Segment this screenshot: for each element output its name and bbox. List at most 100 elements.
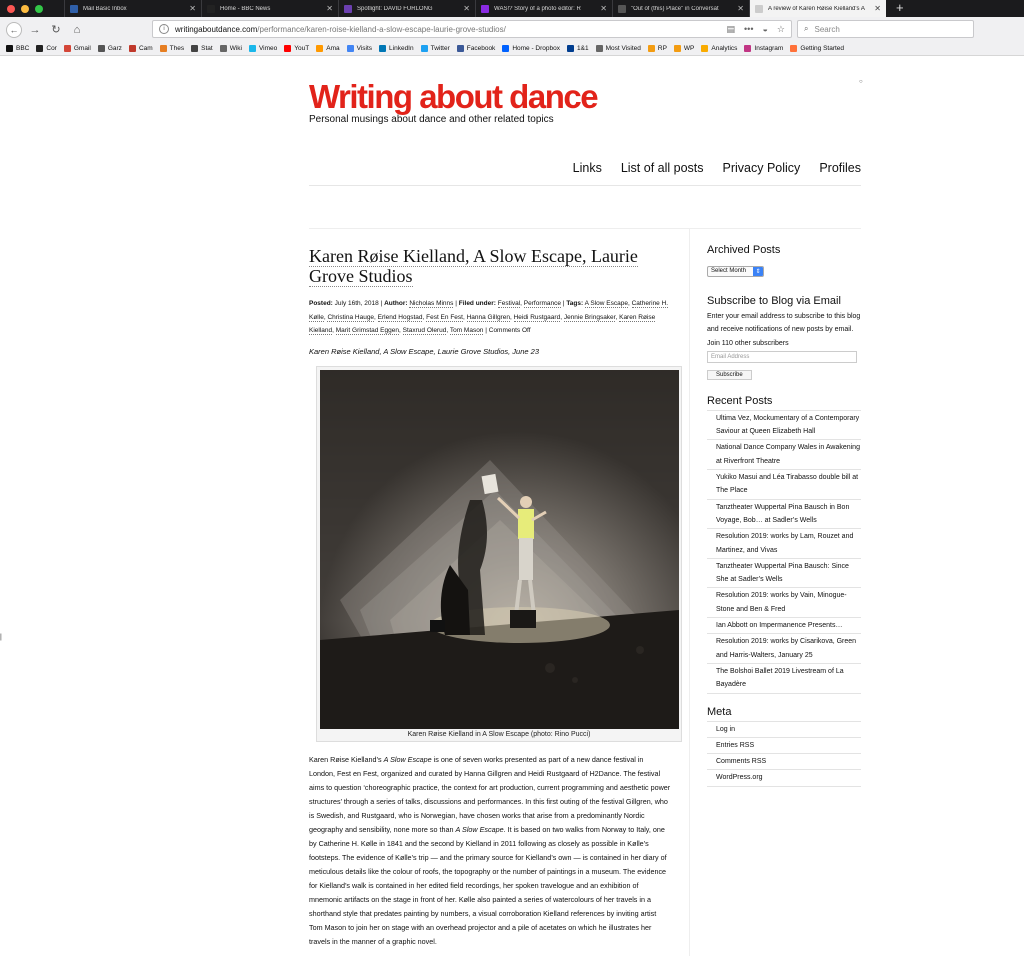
bookmark-item[interactable]: Most Visited — [595, 45, 641, 52]
recent-post-link[interactable]: Yukiko Masui and Léa Tirabasso double bi… — [707, 470, 861, 500]
reader-view-icon[interactable]: ▤ — [727, 24, 736, 35]
subscribe-button[interactable]: Subscribe — [707, 369, 752, 380]
browser-tab[interactable]: "Out of (this) Place" in Conversat ✕ — [612, 0, 749, 17]
tab-close-icon[interactable]: ✕ — [600, 4, 607, 13]
recent-post-link[interactable]: Ian Abbott on Impermanence Presents… — [707, 618, 861, 635]
meta-link[interactable]: Comments RSS — [707, 754, 861, 771]
subscriber-count: Join 110 other subscribers — [707, 339, 789, 347]
tag-link[interactable]: Staxrud Olerud — [402, 327, 447, 335]
performance-photo[interactable] — [320, 370, 679, 729]
bookmark-item[interactable]: Cor — [36, 45, 57, 52]
category-link[interactable]: Performance — [523, 300, 561, 308]
meta-link[interactable]: Entries RSS — [707, 738, 861, 755]
browser-tab[interactable]: Home - BBC News ✕ — [201, 0, 338, 17]
bookmark-item[interactable]: Thes — [159, 45, 184, 52]
new-tab-button[interactable]: + — [886, 0, 904, 17]
tag-link[interactable]: Heidi Rustgaard — [513, 313, 561, 322]
body-text-segment: A Slow Escape — [455, 825, 504, 834]
tab-close-icon[interactable]: ✕ — [463, 4, 470, 13]
back-icon[interactable]: ← — [6, 21, 22, 38]
home-icon[interactable]: ⌂ — [69, 22, 85, 38]
bookmark-favicon-icon — [420, 45, 428, 52]
bookmark-item[interactable]: Ama — [316, 45, 340, 52]
window-controls — [0, 0, 64, 17]
author-link[interactable]: Nicholas Minns — [409, 300, 454, 308]
bookmark-item[interactable]: Twitter — [420, 45, 450, 52]
recent-post-link[interactable]: The Bolshoi Ballet 2019 Livestream of La… — [707, 664, 861, 694]
bookmark-item[interactable]: LinkedIn — [379, 45, 414, 52]
meta-links-list: Log in Entries RSS Comments RSS WordPress.o… — [707, 720, 861, 787]
bookmark-item[interactable]: 1&1 — [567, 45, 589, 52]
tab-close-icon[interactable]: ✕ — [326, 4, 333, 13]
reload-icon[interactable]: ↻ — [48, 22, 64, 38]
tag-link[interactable]: Fest En Fest — [426, 313, 463, 322]
tag-link[interactable]: Erlend Hogstad — [377, 313, 423, 322]
site-title[interactable]: Writing about dance — [309, 79, 599, 115]
email-field[interactable]: Email Address — [707, 350, 857, 363]
browser-tab[interactable]: Mail Basic Inbox ✕ — [64, 0, 201, 17]
zoom-window-button[interactable] — [35, 4, 43, 13]
tab-close-icon[interactable]: ✕ — [189, 4, 196, 13]
tag-link[interactable]: A Slow Escape — [584, 300, 628, 308]
bookmark-item[interactable]: Visits — [346, 45, 372, 52]
bookmark-item[interactable]: Cam — [128, 45, 153, 52]
recent-post-link[interactable]: National Dance Company Wales in Awakenin… — [707, 440, 861, 471]
nav-link[interactable]: List of all posts — [621, 161, 704, 175]
bookmark-favicon-icon — [701, 45, 709, 52]
tab-favicon-icon — [344, 4, 352, 13]
tag-link[interactable]: Hanna Gillgren — [466, 313, 510, 322]
bookmark-item[interactable]: Gmail — [63, 45, 91, 52]
bookmark-star-icon[interactable]: ☆ — [777, 24, 785, 35]
tag-link[interactable]: Marit Grimstad Eggen — [335, 327, 399, 335]
forward-icon[interactable]: → — [27, 22, 43, 38]
category-link[interactable]: Festival — [497, 300, 521, 308]
close-window-button[interactable] — [7, 4, 15, 13]
recent-post-link[interactable]: Tanztheater Wuppertal Pina Bausch in Bon… — [707, 500, 861, 530]
recent-post-link[interactable]: Ultima Vez, Mockumentary of a Contempora… — [707, 411, 861, 441]
nav-link[interactable]: Links — [573, 161, 602, 175]
bookmark-favicon-icon — [36, 45, 44, 52]
recent-post-link[interactable]: Resolution 2019: works by Lam, Rouzet an… — [707, 529, 861, 559]
nav-link[interactable]: Privacy Policy — [723, 161, 801, 175]
tab-close-icon[interactable]: ✕ — [737, 4, 744, 13]
browser-tab[interactable]: Spotlight: DAVID FURLONG ✕ — [338, 0, 475, 17]
page-actions-icon[interactable]: ••• — [744, 24, 753, 35]
site-info-icon[interactable]: i — [159, 24, 169, 34]
bookmark-favicon-icon — [502, 45, 510, 52]
recent-post-link[interactable]: Resolution 2019: works by Vain, Minogue-… — [707, 588, 861, 619]
bookmark-item[interactable]: Home - Dropbox — [502, 45, 560, 52]
post-title[interactable]: Karen Røise Kielland, A Slow Escape, Lau… — [309, 246, 671, 287]
archive-month-select[interactable]: Select Month ⇕ — [707, 265, 765, 277]
archive-select-value: Select Month — [711, 268, 747, 274]
bookmark-item[interactable]: Wiki — [219, 45, 242, 52]
browser-tab[interactable]: WAS!? Story of a photo editor: R ✕ — [475, 0, 612, 17]
bookmark-item[interactable]: Vimeo — [248, 45, 277, 52]
archived-posts-title: Archived Posts — [707, 244, 781, 256]
bookmark-item[interactable]: RP — [647, 45, 667, 52]
bookmark-item[interactable]: Instagram — [744, 45, 783, 52]
bookmark-item[interactable]: BBC — [6, 45, 29, 52]
address-bar[interactable]: i writingaboutdance.com/performance/kare… — [152, 20, 792, 38]
bookmark-item[interactable]: Facebook — [456, 45, 495, 52]
nav-link[interactable]: Profiles — [819, 161, 861, 175]
bookmark-item[interactable]: YouT — [284, 45, 309, 52]
tab-favicon-icon — [755, 4, 763, 13]
bookmark-item[interactable]: WP — [673, 45, 694, 52]
browser-tab[interactable]: A review of Karen Røise Kielland's A ✕ — [749, 0, 886, 17]
tab-close-icon[interactable]: ✕ — [874, 4, 881, 13]
tag-link[interactable]: Jennie Bringsaker — [563, 313, 616, 322]
bookmark-item[interactable]: Analytics — [701, 45, 737, 52]
bookmark-item[interactable]: Getting Started — [790, 45, 844, 52]
pocket-icon[interactable]: ◒ — [762, 24, 767, 35]
tab-title: Mail Basic Inbox — [83, 5, 127, 12]
bookmark-item[interactable]: Garz — [97, 45, 122, 52]
meta-link[interactable]: Log in — [707, 722, 861, 738]
minimize-window-button[interactable] — [21, 4, 29, 13]
tag-link[interactable]: Christina Hauge — [327, 313, 375, 322]
recent-post-link[interactable]: Resolution 2019: works by Cisarikova, Gr… — [707, 634, 861, 664]
tag-link[interactable]: Tom Mason — [449, 327, 484, 335]
search-input[interactable]: ⌕ Search — [797, 20, 974, 38]
recent-post-link[interactable]: Tanztheater Wuppertal Pina Bausch: Since… — [707, 559, 861, 589]
meta-link[interactable]: WordPress.org — [707, 770, 861, 787]
bookmark-item[interactable]: Stat — [191, 45, 213, 52]
